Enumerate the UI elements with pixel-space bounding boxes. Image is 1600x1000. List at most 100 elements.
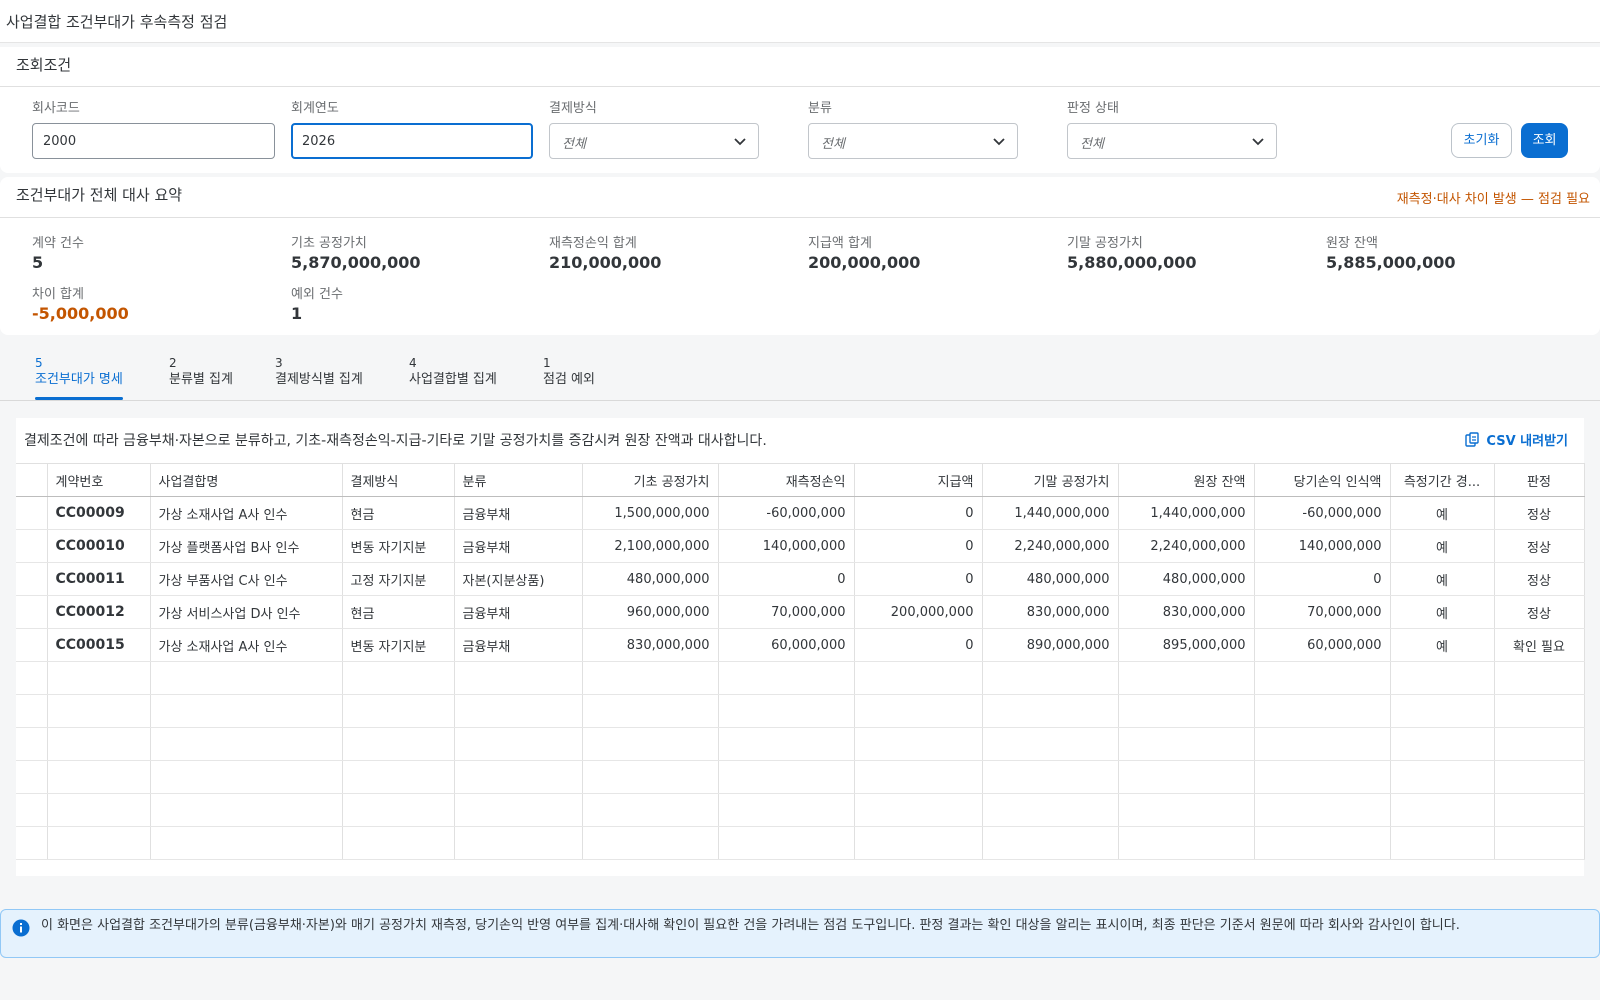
settlement-method: 고정 자기지분 xyxy=(342,562,455,596)
classification: 금융부채 xyxy=(454,595,583,629)
kpi-label: 기말 공정가치 xyxy=(1067,236,1143,251)
opening-fair-value: 960,000,000 xyxy=(582,595,719,629)
tab-by-settlement[interactable]: 3 결제방식별 집계 xyxy=(275,355,363,389)
column-header[interactable]: 지급액 xyxy=(854,463,983,497)
judgment-status-select[interactable]: 전체 xyxy=(1067,123,1277,159)
tab-exceptions[interactable]: 1 점검 예외 xyxy=(543,355,595,389)
table-row[interactable]: CC00015 가상 소재사업 A사 인수 변동 자기지분 금융부채 830,0… xyxy=(16,628,1585,662)
classification-select-value: 전체 xyxy=(821,137,845,152)
classification-select[interactable]: 전체 xyxy=(808,123,1018,159)
opening-fair-value: 2,100,000,000 xyxy=(582,529,719,563)
pl-recognized: 140,000,000 xyxy=(1254,529,1391,563)
payment-amount: 0 xyxy=(854,529,983,563)
kpi-label: 차이 합계 xyxy=(32,287,84,302)
classification: 금융부채 xyxy=(454,628,583,662)
kpi-difference-total: -5,000,000 xyxy=(32,304,129,323)
remeasurement-gain-loss: 140,000,000 xyxy=(718,529,855,563)
pl-recognized: 70,000,000 xyxy=(1254,595,1391,629)
kpi-closing-fair-value: 5,880,000,000 xyxy=(1067,253,1197,272)
table-row[interactable]: CC00009 가상 소재사업 A사 인수 현금 금융부채 1,500,000,… xyxy=(16,496,1585,530)
measurement-period: 예 xyxy=(1390,529,1495,563)
csv-download-label: CSV 내려받기 xyxy=(1486,434,1568,449)
settlement-method: 변동 자기지분 xyxy=(342,529,455,563)
contract-id: CC00010 xyxy=(47,529,151,563)
column-header[interactable]: 계약번호 xyxy=(47,463,151,497)
tab-by-classification[interactable]: 2 분류별 집계 xyxy=(169,355,233,389)
chevron-down-icon xyxy=(1252,138,1264,146)
table-row[interactable]: CC00010 가상 플랫폼사업 B사 인수 변동 자기지분 금융부채 2,10… xyxy=(16,529,1585,563)
kpi-label: 지급액 합계 xyxy=(808,236,872,251)
table-row[interactable]: CC00011 가상 부품사업 C사 인수 고정 자기지분 자본(지분상품) 4… xyxy=(16,562,1585,596)
business-combination-name: 가상 서비스사업 D사 인수 xyxy=(150,595,343,629)
remeasurement-gain-loss: 70,000,000 xyxy=(718,595,855,629)
ledger-balance: 1,440,000,000 xyxy=(1118,496,1255,530)
business-combination-name: 가상 부품사업 C사 인수 xyxy=(150,562,343,596)
column-header[interactable]: 판정 xyxy=(1494,463,1585,497)
kpi-contract-count: 5 xyxy=(32,253,44,272)
judgment-status: 정상 xyxy=(1494,595,1585,629)
contract-id: CC00009 xyxy=(47,496,151,530)
kpi-label: 예외 건수 xyxy=(291,287,343,302)
info-text: 이 화면은 사업결합 조건부대가의 분류(금융부채·자본)와 매기 공정가치 재… xyxy=(41,918,1460,933)
kpi-label: 기초 공정가치 xyxy=(291,236,367,251)
tab-label: 사업결합별 집계 xyxy=(409,372,497,387)
csv-download-button[interactable]: CSV 내려받기 xyxy=(1464,430,1568,449)
filter-header: 조회조건 xyxy=(16,56,72,74)
chevron-down-icon xyxy=(993,138,1005,146)
tab-active-indicator xyxy=(35,397,123,400)
empty-row xyxy=(16,694,1585,728)
fiscal-year-label: 회계연도 xyxy=(291,101,339,116)
judgment-status: 정상 xyxy=(1494,496,1585,530)
kpi-exception-count: 1 xyxy=(291,304,303,323)
column-header[interactable]: 분류 xyxy=(454,463,583,497)
remeasurement-gain-loss: -60,000,000 xyxy=(718,496,855,530)
opening-fair-value: 1,500,000,000 xyxy=(582,496,719,530)
search-button[interactable]: 조회 xyxy=(1521,123,1568,158)
tab-by-business-combination[interactable]: 4 사업결합별 집계 xyxy=(409,355,497,389)
row-select-header[interactable] xyxy=(16,463,48,497)
ledger-balance: 895,000,000 xyxy=(1118,628,1255,662)
column-header[interactable]: 재측정손익 xyxy=(718,463,855,497)
closing-fair-value: 2,240,000,000 xyxy=(982,529,1119,563)
page-title: 사업결합 조건부대가 후속측정 점검 xyxy=(6,13,228,31)
kpi-label: 원장 잔액 xyxy=(1326,236,1378,251)
tab-contingent-detail[interactable]: 5 조건부대가 명세 xyxy=(35,355,123,400)
column-header[interactable]: 기말 공정가치 xyxy=(982,463,1119,497)
settlement-select[interactable]: 전체 xyxy=(549,123,759,159)
fiscal-year-input[interactable] xyxy=(291,123,533,159)
payment-amount: 200,000,000 xyxy=(854,595,983,629)
closing-fair-value: 1,440,000,000 xyxy=(982,496,1119,530)
contract-id: CC00011 xyxy=(47,562,151,596)
row-selector[interactable] xyxy=(16,595,48,629)
column-header[interactable]: 사업결합명 xyxy=(150,463,343,497)
row-selector[interactable] xyxy=(16,562,48,596)
column-header[interactable]: 측정기간 경... xyxy=(1390,463,1495,497)
tab-count: 1 xyxy=(543,356,551,370)
column-header[interactable]: 당기손익 인식액 xyxy=(1254,463,1391,497)
tab-count: 3 xyxy=(275,356,283,370)
reconciliation-warning: 재측정·대사 차이 발생 — 점검 필요 xyxy=(1396,192,1590,207)
column-header[interactable]: 기초 공정가치 xyxy=(582,463,719,497)
opening-fair-value: 480,000,000 xyxy=(582,562,719,596)
judgment-status: 확인 필요 xyxy=(1494,628,1585,662)
column-header[interactable]: 원장 잔액 xyxy=(1118,463,1255,497)
table-description: 결제조건에 따라 금융부채·자본으로 분류하고, 기초-재측정손익-지급-기타로… xyxy=(24,433,767,449)
ledger-balance: 2,240,000,000 xyxy=(1118,529,1255,563)
pl-recognized: 0 xyxy=(1254,562,1391,596)
tab-count: 5 xyxy=(35,356,43,370)
column-header[interactable]: 결제방식 xyxy=(342,463,455,497)
business-combination-name: 가상 소재사업 A사 인수 xyxy=(150,628,343,662)
company-code-input[interactable] xyxy=(32,123,275,159)
opening-fair-value: 830,000,000 xyxy=(582,628,719,662)
table-row[interactable]: CC00012 가상 서비스사업 D사 인수 현금 금융부채 960,000,0… xyxy=(16,595,1585,629)
row-selector[interactable] xyxy=(16,496,48,530)
kpi-opening-fair-value: 5,870,000,000 xyxy=(291,253,421,272)
contract-id: CC00015 xyxy=(47,628,151,662)
row-selector[interactable] xyxy=(16,628,48,662)
row-selector[interactable] xyxy=(16,529,48,563)
reset-button[interactable]: 초기화 xyxy=(1451,123,1512,158)
tab-label: 조건부대가 명세 xyxy=(35,372,123,387)
contract-id: CC00012 xyxy=(47,595,151,629)
classification: 금융부채 xyxy=(454,529,583,563)
settlement-method: 변동 자기지분 xyxy=(342,628,455,662)
